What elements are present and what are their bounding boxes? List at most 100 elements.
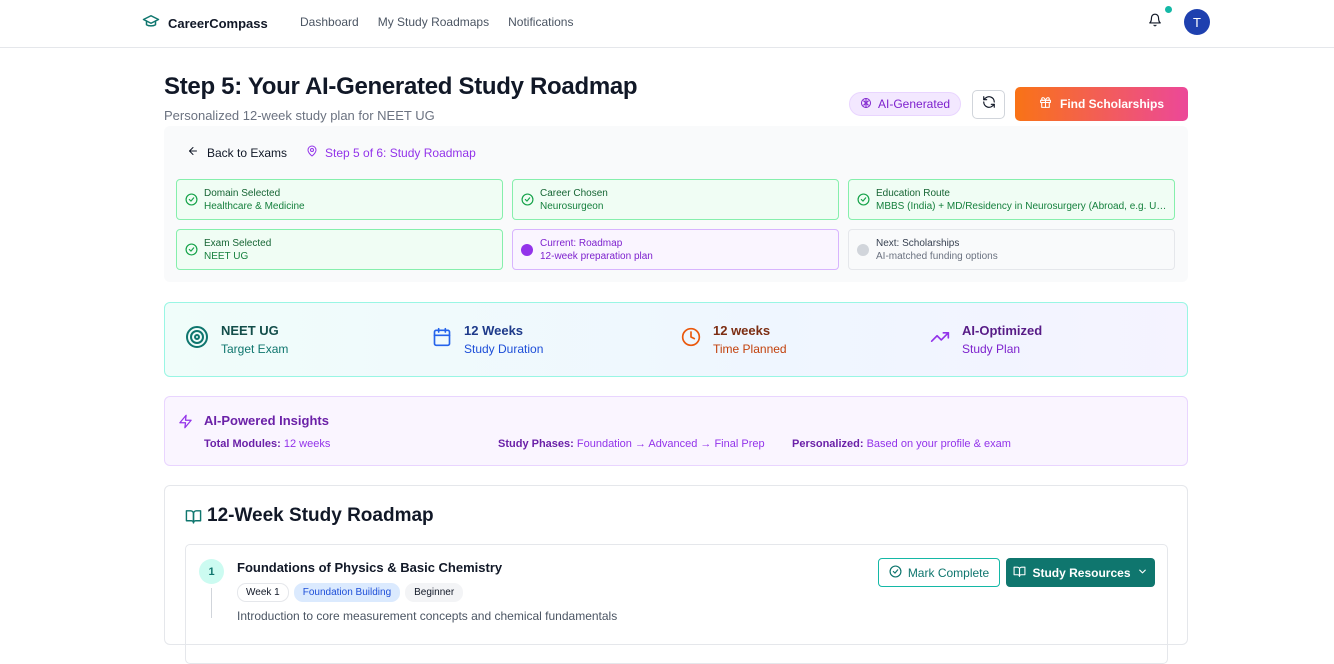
- timeline-line: [211, 588, 212, 618]
- check-circle-icon: [889, 564, 902, 581]
- current-step-dot: [521, 244, 533, 256]
- module-number: 1: [199, 559, 224, 584]
- insight-study-phases: Study Phases: Foundation → Advanced → Fi…: [498, 438, 765, 450]
- module-tags: Week 1 Foundation Building Beginner: [237, 583, 464, 602]
- stat-value: 12 weeks: [713, 323, 771, 338]
- top-nav: CareerCompass Dashboard My Study Roadmap…: [0, 0, 1334, 48]
- page-subtitle: Personalized 12-week study plan for NEET…: [164, 108, 435, 123]
- clock-icon: [681, 327, 701, 352]
- book-open-icon: [185, 508, 202, 530]
- study-resources-button[interactable]: Study Resources: [1006, 558, 1155, 587]
- progress-card-domain: Domain Selected Healthcare & Medicine: [176, 179, 503, 220]
- brand[interactable]: CareerCompass: [142, 12, 268, 35]
- stat-value: AI-Optimized: [962, 323, 1043, 338]
- back-to-exams-link[interactable]: Back to Exams: [187, 145, 287, 160]
- tag-phase: Foundation Building: [293, 583, 401, 602]
- bell-icon[interactable]: [1148, 13, 1164, 29]
- progress-card-title: Next: Scholarships: [876, 238, 960, 249]
- nav-link-dashboard[interactable]: Dashboard: [300, 15, 359, 29]
- avatar[interactable]: T: [1184, 9, 1210, 35]
- check-circle-icon: [185, 193, 198, 206]
- progress-card-career: Career Chosen Neurosurgeon: [512, 179, 839, 220]
- refresh-icon: [982, 95, 996, 114]
- stat-label: Target Exam: [221, 342, 289, 356]
- arrow-left-icon: [187, 145, 199, 160]
- trending-up-icon: [930, 327, 950, 352]
- progress-card-value: NEET UG: [204, 251, 249, 262]
- stat-label: Study Duration: [464, 342, 544, 356]
- progress-panel: Back to Exams Step 5 of 6: Study Roadmap…: [164, 126, 1188, 282]
- progress-card-value: 12-week preparation plan: [540, 251, 653, 262]
- progress-card-education-route: Education Route MBBS (India) + MD/Reside…: [848, 179, 1175, 220]
- progress-card-value: Neurosurgeon: [540, 201, 604, 212]
- graduation-cap-icon: [142, 12, 160, 35]
- stat-target-exam: NEET UG Target Exam: [185, 323, 288, 356]
- zap-icon: [178, 414, 193, 434]
- progress-card-value: AI-matched funding options: [876, 251, 998, 262]
- check-circle-icon: [185, 243, 198, 256]
- insight-value: 12 weeks: [283, 438, 331, 450]
- step-indicator-label: Step 5 of 6: Study Roadmap: [325, 145, 476, 160]
- insight-personalized: Personalized: Based on your profile & ex…: [792, 438, 1011, 450]
- progress-card-exam: Exam Selected NEET UG: [176, 229, 503, 270]
- mark-complete-label: Mark Complete: [907, 565, 990, 580]
- step-indicator: Step 5 of 6: Study Roadmap: [306, 145, 476, 160]
- check-circle-icon: [857, 193, 870, 206]
- progress-card-value: Healthcare & Medicine: [204, 201, 305, 212]
- stat-label: Time Planned: [713, 342, 787, 356]
- study-resources-label: Study Resources: [1032, 565, 1131, 580]
- progress-card-next-scholarships: Next: Scholarships AI-matched funding op…: [848, 229, 1175, 270]
- notification-dot: [1165, 6, 1172, 13]
- stat-value: NEET UG: [221, 323, 279, 338]
- roadmap-title: 12-Week Study Roadmap: [207, 505, 434, 526]
- module-description: Introduction to core measurement concept…: [237, 609, 618, 623]
- ai-insights-panel: AI-Powered Insights Total Modules: 12 we…: [164, 396, 1188, 466]
- page-title: Step 5: Your AI-Generated Study Roadmap: [164, 73, 638, 100]
- find-scholarships-button[interactable]: Find Scholarships: [1015, 87, 1188, 121]
- progress-card-title: Exam Selected: [204, 238, 272, 249]
- study-roadmap-section: 12-Week Study Roadmap 1 Foundations of P…: [164, 485, 1188, 664]
- nav-link-my-study-roadmaps[interactable]: My Study Roadmaps: [378, 15, 489, 29]
- stats-bar: NEET UG Target Exam 12 Weeks Study Durat…: [164, 302, 1188, 377]
- insight-value: Foundation → Advanced → Final Prep: [576, 438, 765, 450]
- map-pin-icon: [306, 145, 318, 160]
- ai-generated-badge: AI-Generated: [849, 92, 962, 116]
- insight-value: Based on your profile & exam: [866, 438, 1011, 450]
- regenerate-button[interactable]: [972, 90, 1005, 119]
- insight-label: Study Phases:: [498, 438, 574, 450]
- book-open-icon: [1013, 565, 1026, 581]
- tag-level: Beginner: [405, 583, 464, 602]
- insight-label: Personalized:: [792, 438, 864, 450]
- progress-card-title: Education Route: [876, 188, 950, 199]
- module-title: Foundations of Physics & Basic Chemistry: [237, 560, 503, 575]
- back-to-exams-label: Back to Exams: [207, 145, 288, 160]
- progress-card-title: Domain Selected: [204, 188, 281, 199]
- stat-study-plan: AI-Optimized Study Plan: [930, 323, 1042, 356]
- mark-complete-button[interactable]: Mark Complete: [878, 558, 1000, 587]
- stat-study-duration: 12 Weeks Study Duration: [432, 323, 543, 356]
- stat-label: Study Plan: [962, 342, 1021, 356]
- gift-icon: [1039, 96, 1052, 112]
- brain-icon: [860, 97, 872, 112]
- stat-value: 12 Weeks: [464, 323, 524, 338]
- target-icon: [185, 325, 209, 354]
- roadmap-module: 1 Foundations of Physics & Basic Chemist…: [185, 544, 1168, 664]
- nav-links: Dashboard My Study Roadmaps Notification…: [300, 15, 573, 29]
- ai-badge-label: AI-Generated: [878, 97, 951, 111]
- nav-link-notifications[interactable]: Notifications: [508, 15, 573, 29]
- ai-insights-title: AI-Powered Insights: [204, 413, 329, 428]
- next-step-dot: [857, 244, 869, 256]
- insight-label: Total Modules:: [204, 438, 281, 450]
- check-circle-icon: [521, 193, 534, 206]
- progress-card-title: Current: Roadmap: [540, 238, 623, 249]
- progress-card-value: MBBS (India) + MD/Residency in Neurosurg…: [876, 201, 1168, 212]
- brand-name: CareerCompass: [168, 16, 268, 31]
- stat-time-planned: 12 weeks Time Planned: [681, 323, 787, 356]
- calendar-icon: [432, 327, 452, 352]
- progress-card-current-roadmap: Current: Roadmap 12-week preparation pla…: [512, 229, 839, 270]
- progress-card-title: Career Chosen: [540, 188, 608, 199]
- insight-total-modules: Total Modules: 12 weeks: [204, 438, 330, 450]
- tag-week: Week 1: [237, 583, 289, 602]
- chevron-down-icon: [1137, 566, 1148, 580]
- find-scholarships-label: Find Scholarships: [1059, 97, 1164, 111]
